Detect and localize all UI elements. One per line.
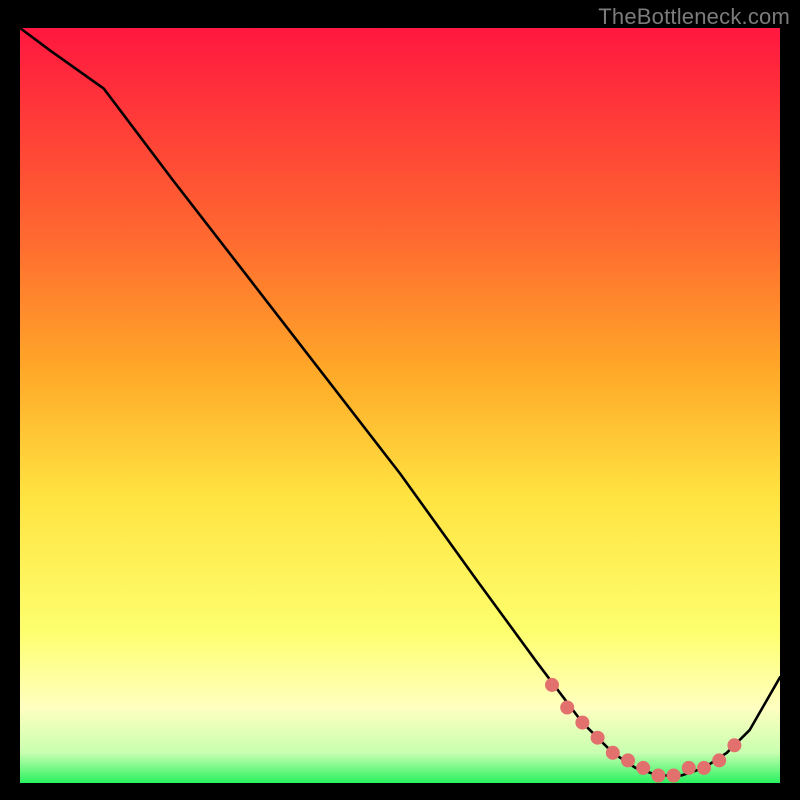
marker-point <box>698 761 711 774</box>
marker-point <box>682 761 695 774</box>
chart-svg <box>0 0 800 800</box>
marker-point <box>667 769 680 782</box>
marker-point <box>622 754 635 767</box>
marker-point <box>591 731 604 744</box>
marker-point <box>576 716 589 729</box>
marker-point <box>637 761 650 774</box>
marker-point <box>713 754 726 767</box>
marker-point <box>652 769 665 782</box>
marker-point <box>728 739 741 752</box>
marker-point <box>561 701 574 714</box>
watermark-text: TheBottleneck.com <box>598 4 790 30</box>
plot-background <box>20 28 780 783</box>
chart-stage: TheBottleneck.com <box>0 0 800 800</box>
marker-point <box>606 746 619 759</box>
marker-point <box>546 678 559 691</box>
